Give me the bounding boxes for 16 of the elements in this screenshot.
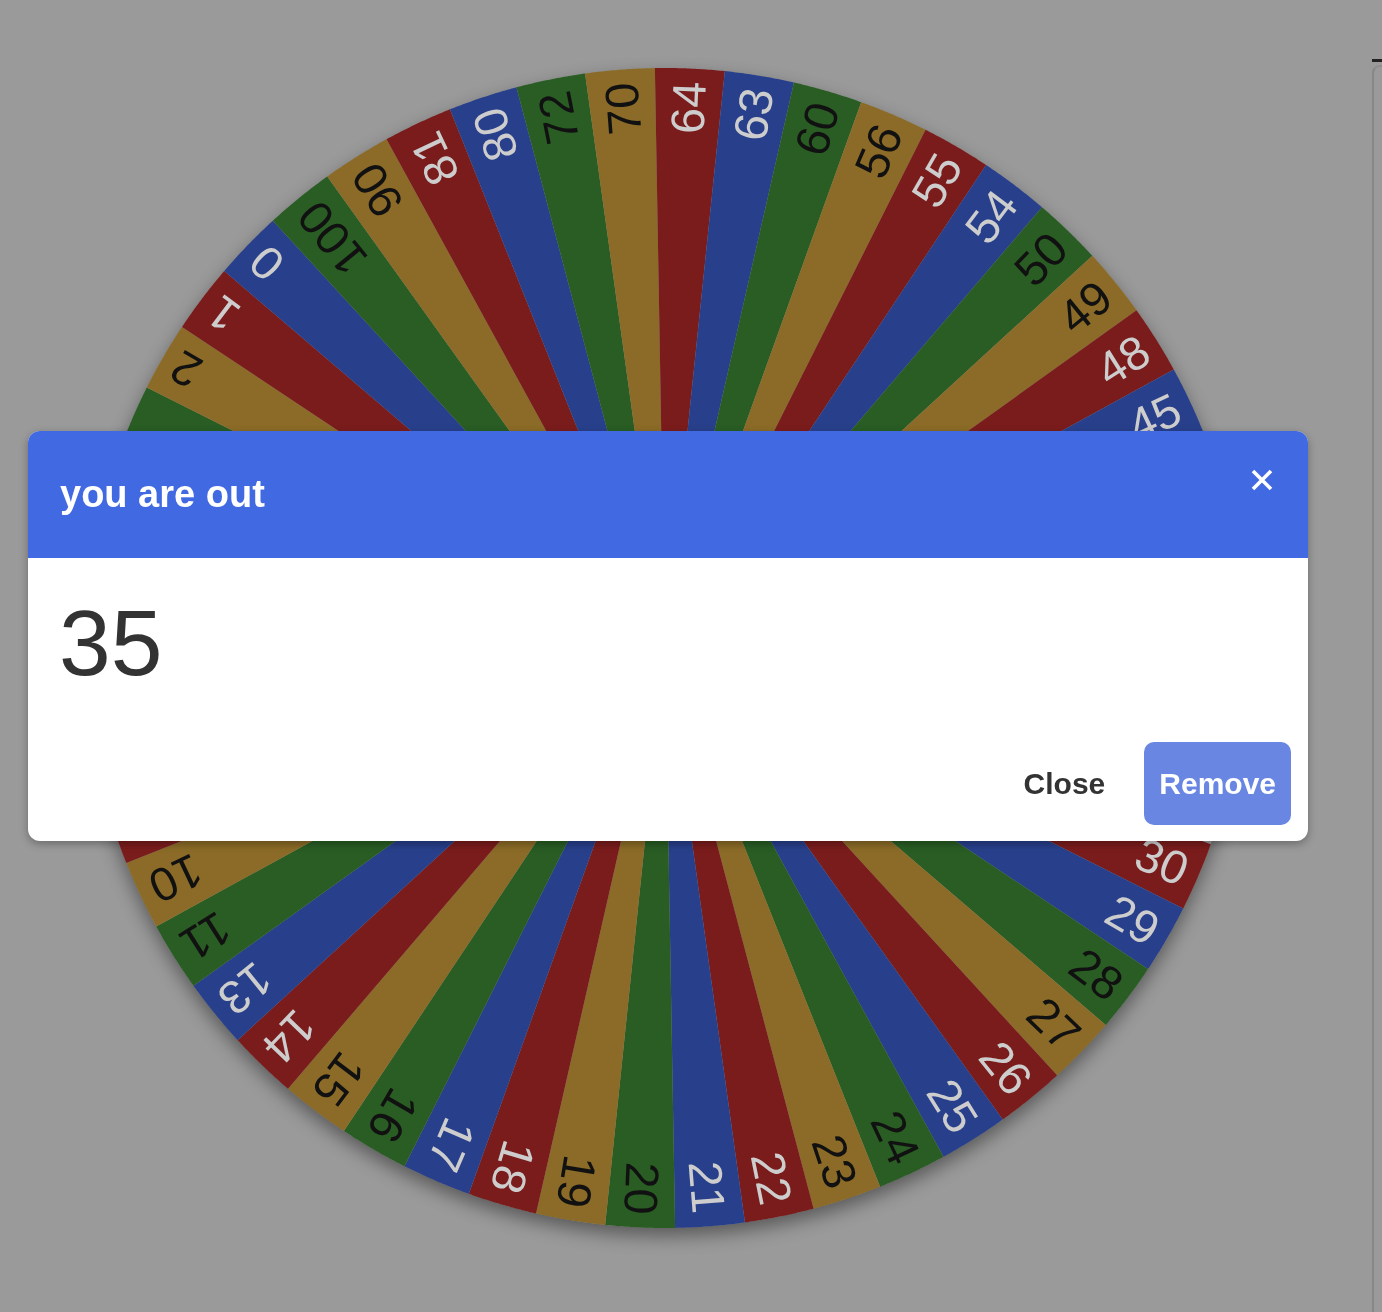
segment-label: 20	[614, 1161, 670, 1216]
close-button[interactable]: Close	[992, 742, 1137, 825]
dialog-title: you are out	[60, 473, 265, 516]
segment-label: 19	[546, 1151, 608, 1212]
result-number: 35	[59, 597, 163, 690]
segment-label: 64	[660, 80, 716, 135]
close-icon[interactable]	[1251, 469, 1273, 491]
segment-label: 30	[1127, 826, 1197, 896]
segment-label: 70	[594, 80, 652, 137]
segment-label: 63	[722, 84, 784, 145]
segment-label: 22	[740, 1147, 803, 1210]
segment-label: 27	[1016, 986, 1092, 1061]
segment-label: 21	[678, 1159, 736, 1216]
segment-label: 49	[1047, 270, 1122, 345]
segment-label: 72	[527, 86, 590, 149]
segment-label: 10	[140, 843, 211, 914]
